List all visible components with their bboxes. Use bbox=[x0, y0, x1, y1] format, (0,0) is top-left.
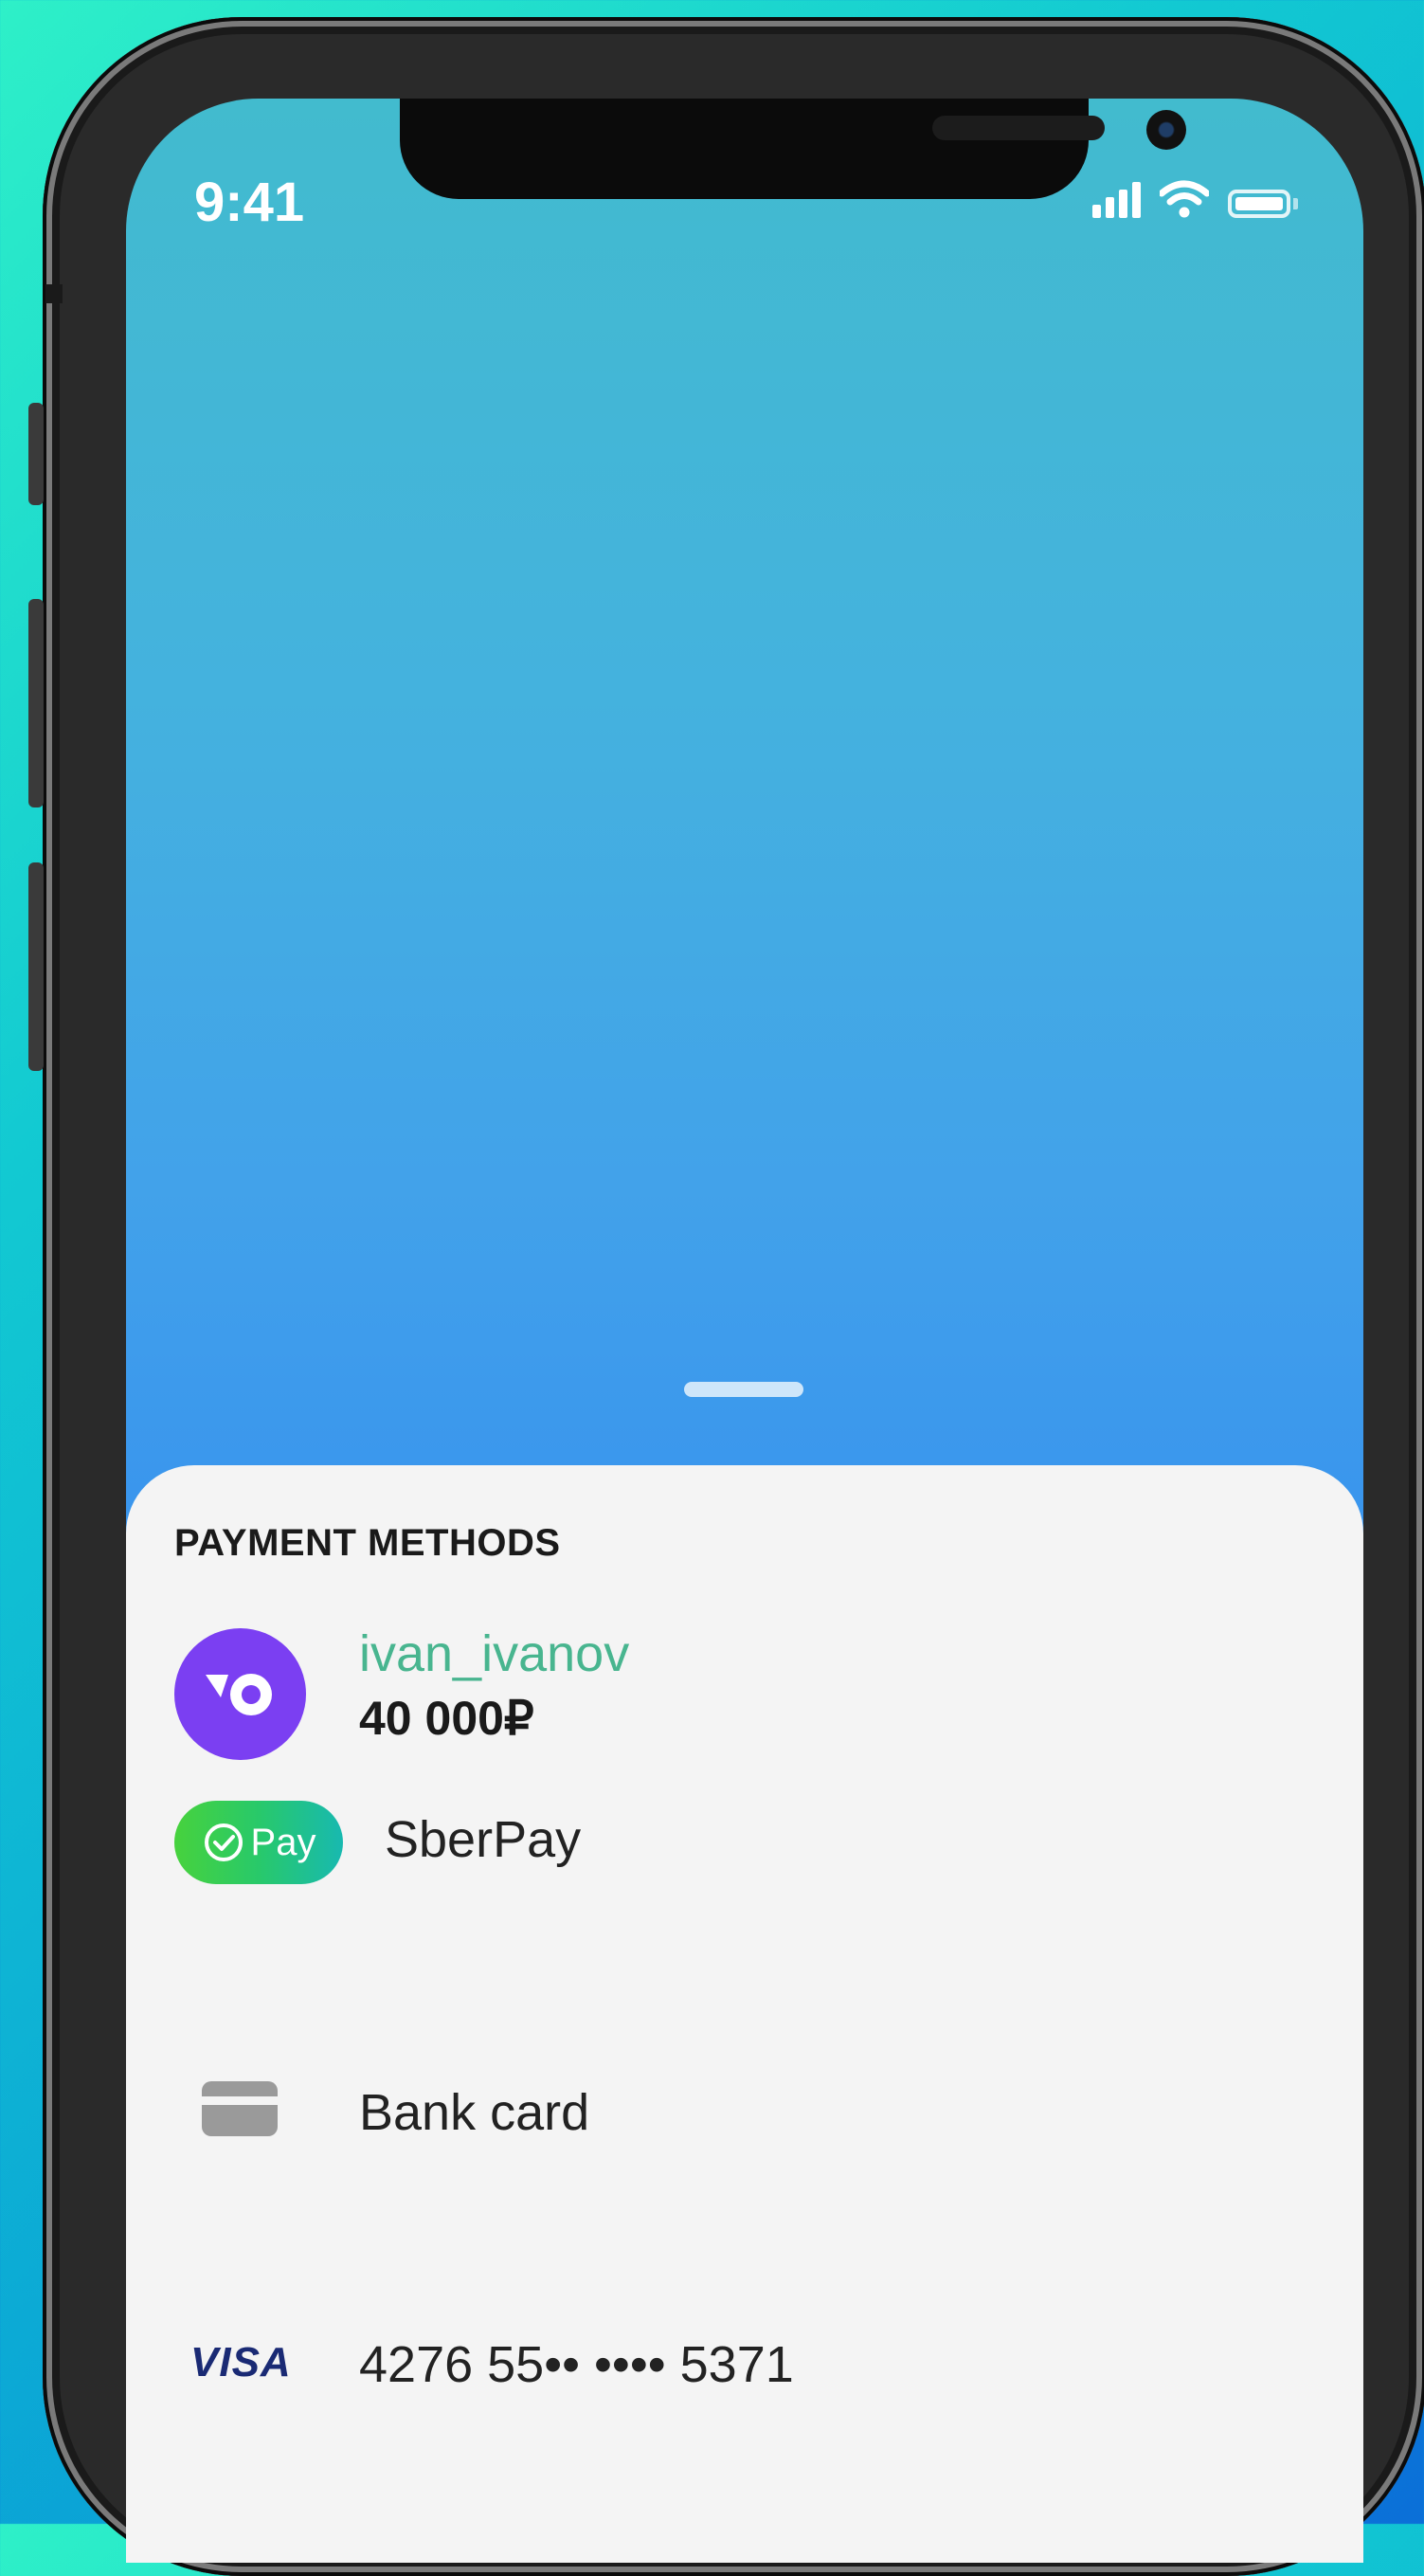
visa-logo-icon: VISA bbox=[190, 2339, 292, 2386]
status-icons bbox=[1092, 180, 1298, 218]
wifi-icon bbox=[1160, 180, 1209, 218]
payment-method-bank-card[interactable]: Bank card bbox=[174, 2024, 1315, 2167]
cellular-signal-icon bbox=[1092, 180, 1141, 218]
front-camera bbox=[1146, 110, 1186, 150]
sberpay-label: SberPay bbox=[385, 1811, 582, 1868]
wallet-username: ivan_ivanov bbox=[359, 1625, 630, 1682]
phone-screen: 9:41 PAYMENT METHODS ivan_ivanov 40 000₽… bbox=[126, 99, 1363, 2563]
sberpay-logo-icon: Pay bbox=[174, 1801, 343, 1884]
bank-card-label: Bank card bbox=[359, 2084, 590, 2141]
volume-down-button bbox=[28, 862, 44, 1071]
speaker-grille bbox=[932, 116, 1105, 140]
payment-method-yoomoney[interactable]: ivan_ivanov 40 000₽ bbox=[174, 1617, 1315, 1760]
notch bbox=[400, 99, 1186, 199]
battery-icon bbox=[1228, 190, 1298, 218]
payment-method-visa-card[interactable]: VISA 4276 55•• •••• 5371 bbox=[174, 2242, 1315, 2393]
bank-card-icon bbox=[202, 2081, 278, 2136]
phone-side-edge bbox=[45, 284, 63, 303]
payment-method-sberpay[interactable]: Pay SberPay bbox=[174, 1787, 1315, 1930]
yoomoney-logo-icon bbox=[174, 1628, 306, 1760]
status-time: 9:41 bbox=[194, 172, 305, 233]
mute-switch bbox=[28, 403, 44, 505]
wallet-balance: 40 000₽ bbox=[359, 1692, 534, 1745]
sheet-grabber-handle[interactable] bbox=[684, 1382, 803, 1397]
sheet-title: PAYMENT METHODS bbox=[174, 1522, 561, 1564]
payment-methods-sheet: PAYMENT METHODS ivan_ivanov 40 000₽ Pay bbox=[126, 1465, 1363, 2563]
sberpay-badge-text: Pay bbox=[250, 1821, 316, 1863]
volume-up-button bbox=[28, 599, 44, 807]
visa-card-number: 4276 55•• •••• 5371 bbox=[359, 2336, 794, 2393]
